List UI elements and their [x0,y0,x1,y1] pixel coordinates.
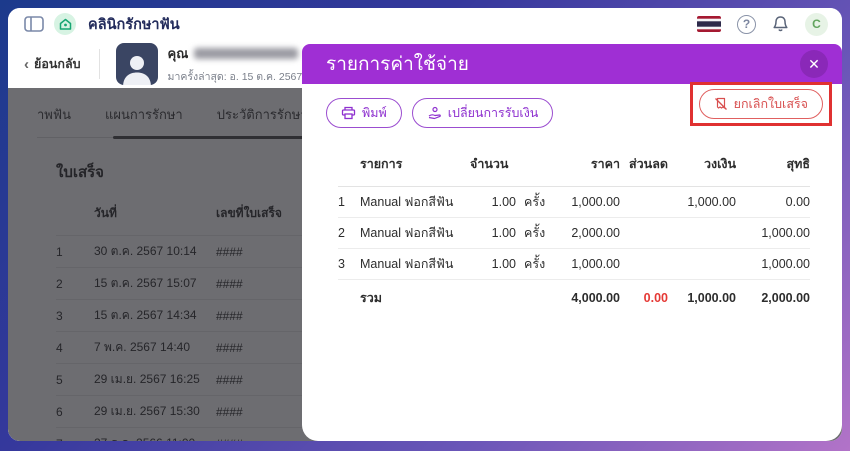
back-button[interactable]: ‹ ย้อนกลับ [24,54,81,74]
expenses-modal: รายการค่าใช้จ่าย ✕ พิมพ์ เปลี่ยนการรับเง… [302,44,842,441]
cell-qty: 1.00 [491,226,516,240]
cell-qty: 1.00 [491,257,516,271]
patient-name-prefix: คุณ [167,46,189,61]
app-window: คลินิกรักษาฟัน ? C ‹ ย้อนกลับ คุณ ม่ [8,8,842,441]
chevron-left-icon: ‹ [24,55,29,73]
cell-net: 1,000.00 [761,257,810,271]
expense-row: 2 Manual ฟอกสีฟัน 1.00 ครั้ง 2,000.00 1,… [338,218,810,249]
change-payment-label: เปลี่ยนการรับเงิน [447,106,539,120]
col-qty: จำนวน [470,157,509,171]
total-credit: 1,000.00 [687,291,736,305]
cell-price: 1,000.00 [571,195,620,209]
cell-no: 1 [338,195,345,209]
app-title: คลินิกรักษาฟัน [88,16,180,33]
user-avatar[interactable]: C [805,12,828,36]
cancel-receipt-label: ยกเลิกใบเสร็จ [733,97,808,111]
cell-unit: ครั้ง [524,226,546,240]
expense-table-header: รายการ จำนวน ราคา ส่วนลด วงเงิน สุทธิ [338,154,810,187]
modal-header: รายการค่าใช้จ่าย ✕ [302,44,842,84]
cell-qty: 1.00 [491,195,516,209]
patient-avatar [115,43,158,85]
modal-toolbar: พิมพ์ เปลี่ยนการรับเงิน ยกเลิกใบเสร็จ [302,82,842,128]
cell-net: 1,000.00 [761,226,810,240]
col-credit: วงเงิน [703,157,736,171]
close-icon[interactable]: ✕ [800,50,828,78]
annotation-highlight-box: ยกเลิกใบเสร็จ [689,82,832,126]
total-label: รวม [360,291,382,305]
total-net: 2,000.00 [761,291,810,305]
col-price: ราคา [590,157,620,171]
hand-coin-icon [428,106,441,120]
cell-credit: 1,000.00 [687,195,736,209]
cell-no: 3 [338,257,345,271]
col-net: สุทธิ [786,157,811,171]
top-bar: คลินิกรักษาฟัน ? C [8,8,842,40]
change-payment-button[interactable]: เปลี่ยนการรับเงิน [411,98,554,128]
cell-unit: ครั้ง [524,195,546,209]
cell-unit: ครั้ง [524,257,546,271]
back-label: ย้อนกลับ [34,57,81,71]
modal-title: รายการค่าใช้จ่าย [326,54,469,75]
cell-item: Manual ฟอกสีฟัน [360,257,454,271]
cell-no: 2 [338,226,345,240]
help-icon[interactable]: ? [737,14,756,34]
print-button[interactable]: พิมพ์ [326,98,402,128]
cancel-receipt-button[interactable]: ยกเลิกใบเสร็จ [698,89,823,119]
thai-flag-icon[interactable] [697,16,721,32]
cancel-receipt-icon [714,97,727,110]
total-discount: 0.00 [643,291,668,305]
sidebar-toggle-icon[interactable] [24,16,44,32]
expense-total-row: รวม 4,000.00 0.00 1,000.00 2,000.00 [338,280,810,316]
notifications-bell-icon[interactable] [772,15,789,33]
cell-price: 2,000.00 [571,226,620,240]
cell-price: 1,000.00 [571,257,620,271]
cell-net: 0.00 [785,195,810,209]
divider [98,49,100,79]
home-icon[interactable] [54,13,76,35]
cell-item: Manual ฟอกสีฟัน [360,226,454,240]
printer-icon [341,106,356,120]
total-price: 4,000.00 [571,291,620,305]
expense-table: รายการ จำนวน ราคา ส่วนลด วงเงิน สุทธิ 1 … [338,154,810,316]
col-item: รายการ [360,157,403,171]
expense-row: 1 Manual ฟอกสีฟัน 1.00 ครั้ง 1,000.00 1,… [338,187,810,218]
print-label: พิมพ์ [362,106,387,120]
col-discount: ส่วนลด [629,157,668,171]
patient-name-redacted [194,48,299,59]
cell-item: Manual ฟอกสีฟัน [360,195,454,209]
expense-row: 3 Manual ฟอกสีฟัน 1.00 ครั้ง 1,000.00 1,… [338,249,810,280]
